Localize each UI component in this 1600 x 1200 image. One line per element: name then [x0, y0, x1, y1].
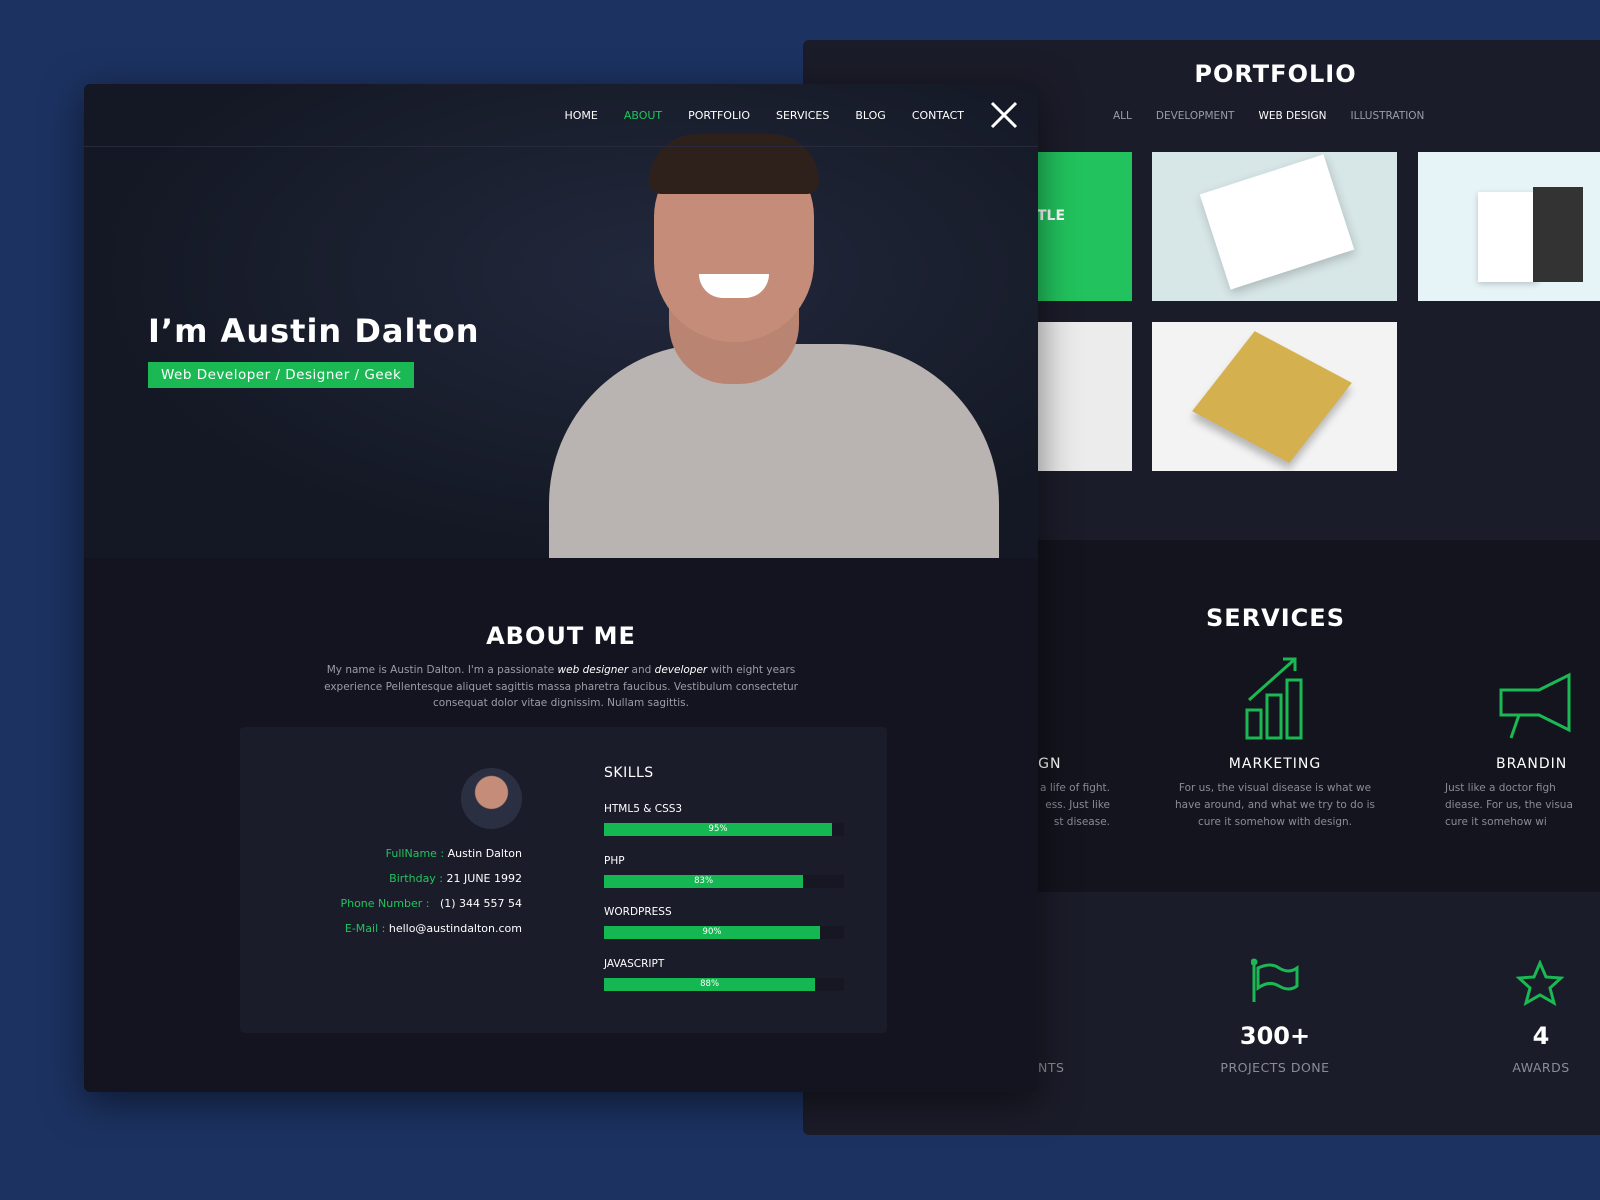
skill-bar: 83%: [604, 874, 844, 888]
skill-name: JAVASCRIPT: [604, 957, 665, 970]
close-icon[interactable]: [990, 101, 1018, 129]
hero-section: HOME ABOUT PORTFOLIO SERVICES BLOG CONTA…: [84, 84, 1038, 558]
portfolio-filters: ALL DEVELOPMENT WEB DESIGN ILLUSTRATION: [1113, 110, 1424, 122]
skill-bar-fill: 95%: [604, 823, 832, 836]
flag-icon: [1251, 958, 1299, 1002]
portfolio-item-magazine[interactable]: [1152, 152, 1397, 301]
hero-portrait-photo: [549, 134, 999, 558]
service-branding-text: Just like a doctor figh diease. For us, …: [1445, 782, 1573, 828]
nav-services[interactable]: SERVICES: [776, 109, 829, 122]
nav-home[interactable]: HOME: [564, 109, 597, 122]
filter-illustration[interactable]: ILLUSTRATION: [1351, 110, 1425, 122]
skills-title: SKILLS: [604, 765, 654, 781]
skill-bar: 88%: [604, 977, 844, 991]
main-nav: HOME ABOUT PORTFOLIO SERVICES BLOG CONTA…: [84, 84, 1038, 147]
portfolio-item-book[interactable]: [1152, 322, 1397, 471]
hero-title: I’m Austin Dalton: [148, 312, 480, 350]
skill-bar: 90%: [604, 926, 844, 939]
filter-web-design[interactable]: WEB DESIGN: [1258, 110, 1326, 122]
skill-item: HTML5 & CSS3 95%: [604, 803, 844, 836]
skill-name: PHP: [604, 854, 625, 867]
avatar: [461, 768, 522, 829]
info-phone: Phone Number : (1) 344 557 54: [340, 897, 522, 910]
filter-development[interactable]: DEVELOPMENT: [1156, 110, 1235, 122]
bar-chart-arrow-icon: [1245, 657, 1303, 740]
skill-item: WORDPRESS 90%: [604, 906, 844, 939]
skill-bar-fill: 90%: [604, 926, 820, 939]
skill-name: HTML5 & CSS3: [604, 803, 683, 815]
filter-all[interactable]: ALL: [1113, 110, 1132, 122]
profile-card: FullName : Austin Dalton Birthday : 21 J…: [240, 727, 887, 1033]
info-email: E-Mail : hello@austindalton.com: [344, 922, 522, 935]
star-icon: [1516, 960, 1564, 1006]
info-fullname: FullName : Austin Dalton: [385, 847, 522, 860]
portfolio-item-bags[interactable]: [1418, 152, 1600, 301]
about-page-panel: HOME ABOUT PORTFOLIO SERVICES BLOG CONTA…: [84, 84, 1038, 1092]
info-birthday: Birthday : 21 JUNE 1992: [389, 872, 522, 885]
nav-about[interactable]: ABOUT: [624, 109, 662, 122]
nav-portfolio[interactable]: PORTFOLIO: [688, 109, 750, 122]
skill-item: JAVASCRIPT 88%: [604, 958, 844, 991]
nav-contact[interactable]: CONTACT: [912, 109, 964, 122]
megaphone-icon: [1499, 672, 1571, 739]
skill-bar-fill: 83%: [604, 874, 804, 888]
nav-blog[interactable]: BLOG: [855, 109, 885, 122]
hero-tagline: Web Developer / Designer / Geek: [148, 362, 415, 388]
skill-item: PHP 83%: [604, 855, 844, 888]
about-title: ABOUT ME: [486, 622, 636, 650]
skill-name: WORDPRESS: [604, 906, 672, 918]
skill-bar: 95%: [604, 823, 844, 836]
skill-bar-fill: 88%: [604, 977, 816, 991]
about-text: My name is Austin Dalton. I'm a passiona…: [324, 664, 798, 709]
